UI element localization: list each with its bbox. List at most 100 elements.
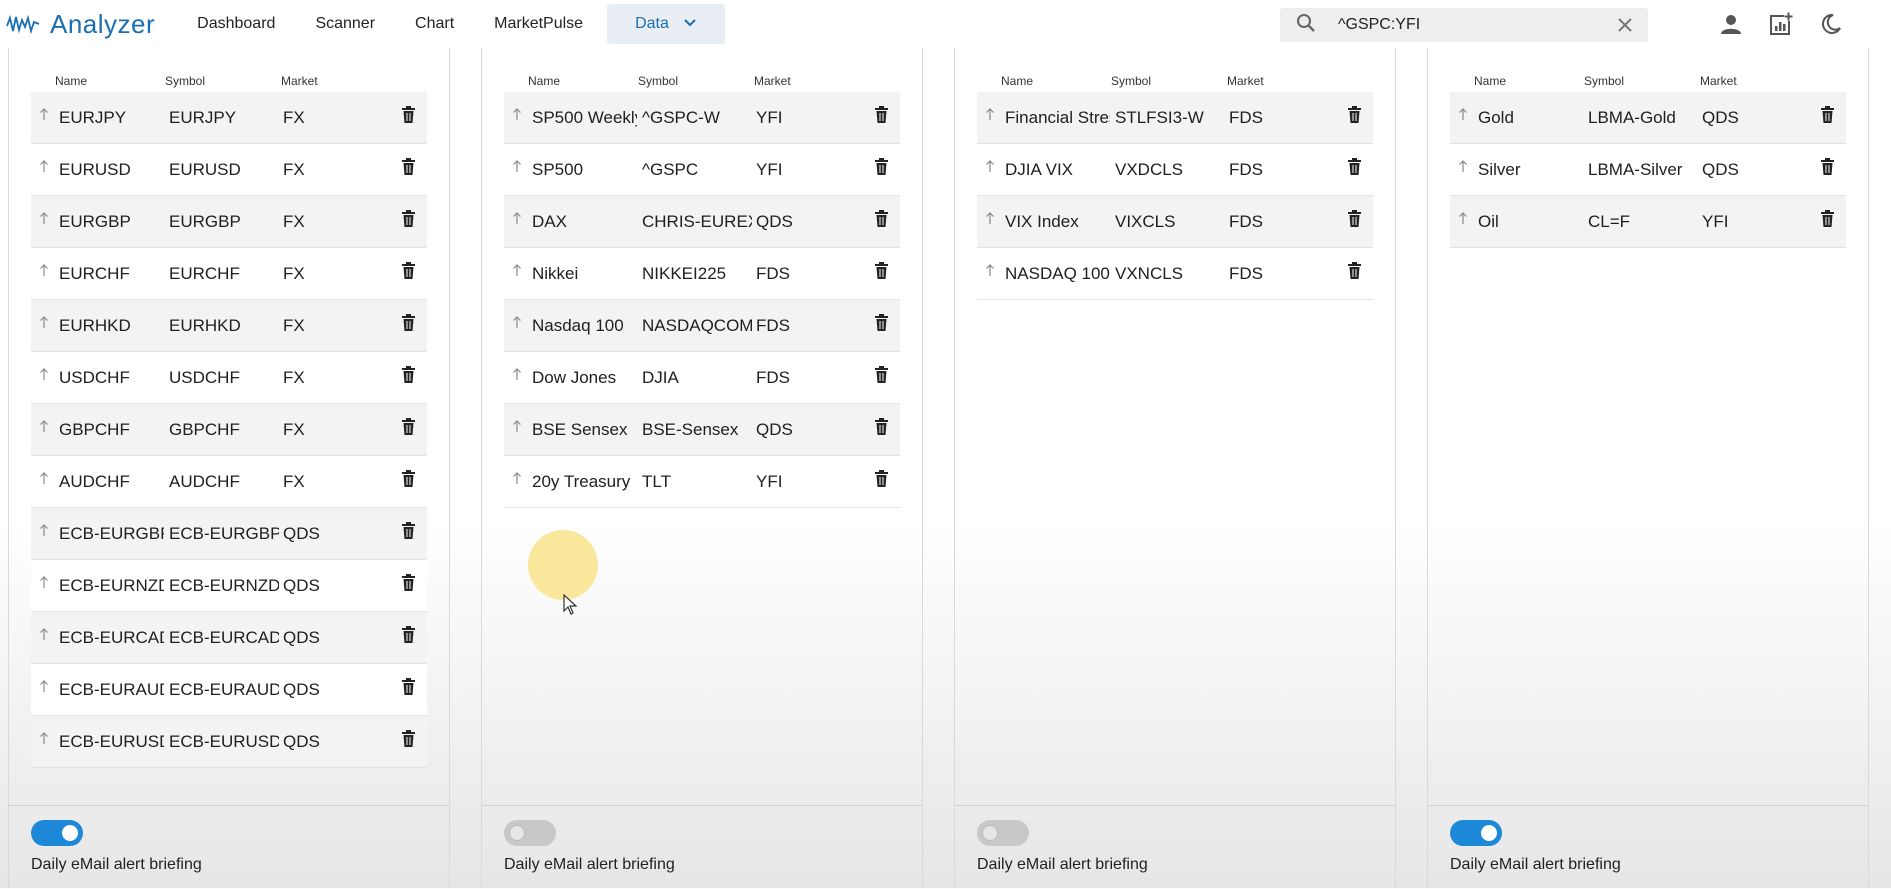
table-row[interactable]: EURUSD EURUSD FX [31,144,427,196]
header-symbol[interactable]: Symbol [1584,74,1624,88]
nav-data-menu[interactable]: Data [607,4,725,44]
trash-icon[interactable] [874,106,889,128]
trash-icon[interactable] [874,210,889,232]
arrow-up-icon[interactable] [512,366,522,386]
arrow-up-icon[interactable] [512,210,522,230]
nav-chart[interactable]: Chart [395,4,474,44]
table-row[interactable]: EURCHF EURCHF FX [31,248,427,300]
trash-icon[interactable] [401,522,416,544]
nav-marketpulse[interactable]: MarketPulse [474,4,603,44]
arrow-up-icon[interactable] [985,158,995,178]
trash-icon[interactable] [1820,106,1835,128]
arrow-up-icon[interactable] [985,210,995,230]
arrow-up-icon[interactable] [39,522,49,542]
search-icon[interactable] [1296,13,1316,38]
trash-icon[interactable] [401,626,416,648]
trash-icon[interactable] [401,210,416,232]
table-row[interactable]: EURHKD EURHKD FX [31,300,427,352]
table-row[interactable]: GBPCHF GBPCHF FX [31,404,427,456]
header-symbol[interactable]: Symbol [638,74,678,88]
trash-icon[interactable] [1347,158,1362,180]
header-market[interactable]: Market [1700,74,1737,88]
table-row[interactable]: ECB-EURGBP ECB-EURGBP QDS [31,508,427,560]
arrow-up-icon[interactable] [1458,210,1468,230]
arrow-up-icon[interactable] [1458,158,1468,178]
table-row[interactable]: ECB-EURAUD ECB-EURAUD QDS [31,664,427,716]
arrow-up-icon[interactable] [985,106,995,126]
header-market[interactable]: Market [754,74,791,88]
arrow-up-icon[interactable] [512,470,522,490]
trash-icon[interactable] [874,470,889,492]
close-icon[interactable] [1616,16,1634,39]
trash-icon[interactable] [401,678,416,700]
header-symbol[interactable]: Symbol [165,74,205,88]
header-market[interactable]: Market [281,74,318,88]
add-chart-icon[interactable] [1768,11,1794,37]
table-row[interactable]: Silver LBMA-Silver QDS [1450,144,1846,196]
arrow-up-icon[interactable] [512,158,522,178]
trash-icon[interactable] [874,314,889,336]
trash-icon[interactable] [1347,210,1362,232]
table-row[interactable]: Gold LBMA-Gold QDS [1450,92,1846,144]
trash-icon[interactable] [874,158,889,180]
trash-icon[interactable] [401,574,416,596]
header-name[interactable]: Name [55,74,87,88]
arrow-up-icon[interactable] [39,574,49,594]
header-name[interactable]: Name [528,74,560,88]
app-logo[interactable]: Analyzer [6,9,155,40]
arrow-up-icon[interactable] [512,418,522,438]
arrow-up-icon[interactable] [39,210,49,230]
table-row[interactable]: USDCHF USDCHF FX [31,352,427,404]
table-row[interactable]: DJIA VIX VXDCLS FDS [977,144,1373,196]
header-name[interactable]: Name [1474,74,1506,88]
arrow-up-icon[interactable] [39,678,49,698]
table-row[interactable]: ECB-EURNZD ECB-EURNZD QDS [31,560,427,612]
trash-icon[interactable] [401,158,416,180]
arrow-up-icon[interactable] [512,262,522,282]
table-row[interactable]: EURJPY EURJPY FX [31,92,427,144]
trash-icon[interactable] [874,262,889,284]
arrow-up-icon[interactable] [39,314,49,334]
arrow-up-icon[interactable] [39,418,49,438]
arrow-up-icon[interactable] [39,730,49,750]
table-row[interactable]: SP500 Weekly ^GSPC-W YFI [504,92,900,144]
table-row[interactable]: EURGBP EURGBP FX [31,196,427,248]
table-row[interactable]: Oil CL=F YFI [1450,196,1846,248]
nav-dashboard[interactable]: Dashboard [177,4,295,44]
trash-icon[interactable] [401,366,416,388]
table-row[interactable]: NASDAQ 100 VXNCLS FDS [977,248,1373,300]
table-row[interactable]: Financial Stress STLFSI3-W FDS [977,92,1373,144]
table-row[interactable]: VIX Index VIXCLS FDS [977,196,1373,248]
table-row[interactable]: ECB-EURUSD ECB-EURUSD QDS [31,716,427,768]
arrow-up-icon[interactable] [512,314,522,334]
trash-icon[interactable] [1820,158,1835,180]
arrow-up-icon[interactable] [39,106,49,126]
nav-scanner[interactable]: Scanner [295,4,395,44]
moon-icon[interactable] [1818,11,1844,37]
trash-icon[interactable] [401,106,416,128]
table-row[interactable]: AUDCHF AUDCHF FX [31,456,427,508]
table-row[interactable]: 20y Treasury TLT YFI [504,456,900,508]
arrow-up-icon[interactable] [39,626,49,646]
table-row[interactable]: Dow Jones DJIA FDS [504,352,900,404]
search-input[interactable] [1336,15,1600,35]
header-market[interactable]: Market [1227,74,1264,88]
table-row[interactable]: ECB-EURCAD ECB-EURCAD QDS [31,612,427,664]
trash-icon[interactable] [874,366,889,388]
trash-icon[interactable] [401,470,416,492]
arrow-up-icon[interactable] [39,158,49,178]
header-name[interactable]: Name [1001,74,1033,88]
email-alert-toggle[interactable] [31,820,83,846]
arrow-up-icon[interactable] [39,366,49,386]
trash-icon[interactable] [874,418,889,440]
arrow-up-icon[interactable] [512,106,522,126]
trash-icon[interactable] [1820,210,1835,232]
arrow-up-icon[interactable] [1458,106,1468,126]
trash-icon[interactable] [401,730,416,752]
user-icon[interactable] [1718,11,1744,37]
email-alert-toggle[interactable] [504,820,556,846]
table-row[interactable]: DAX CHRIS-EUREX QDS [504,196,900,248]
email-alert-toggle[interactable] [977,820,1029,846]
table-row[interactable]: SP500 ^GSPC YFI [504,144,900,196]
table-row[interactable]: Nikkei NIKKEI225 FDS [504,248,900,300]
